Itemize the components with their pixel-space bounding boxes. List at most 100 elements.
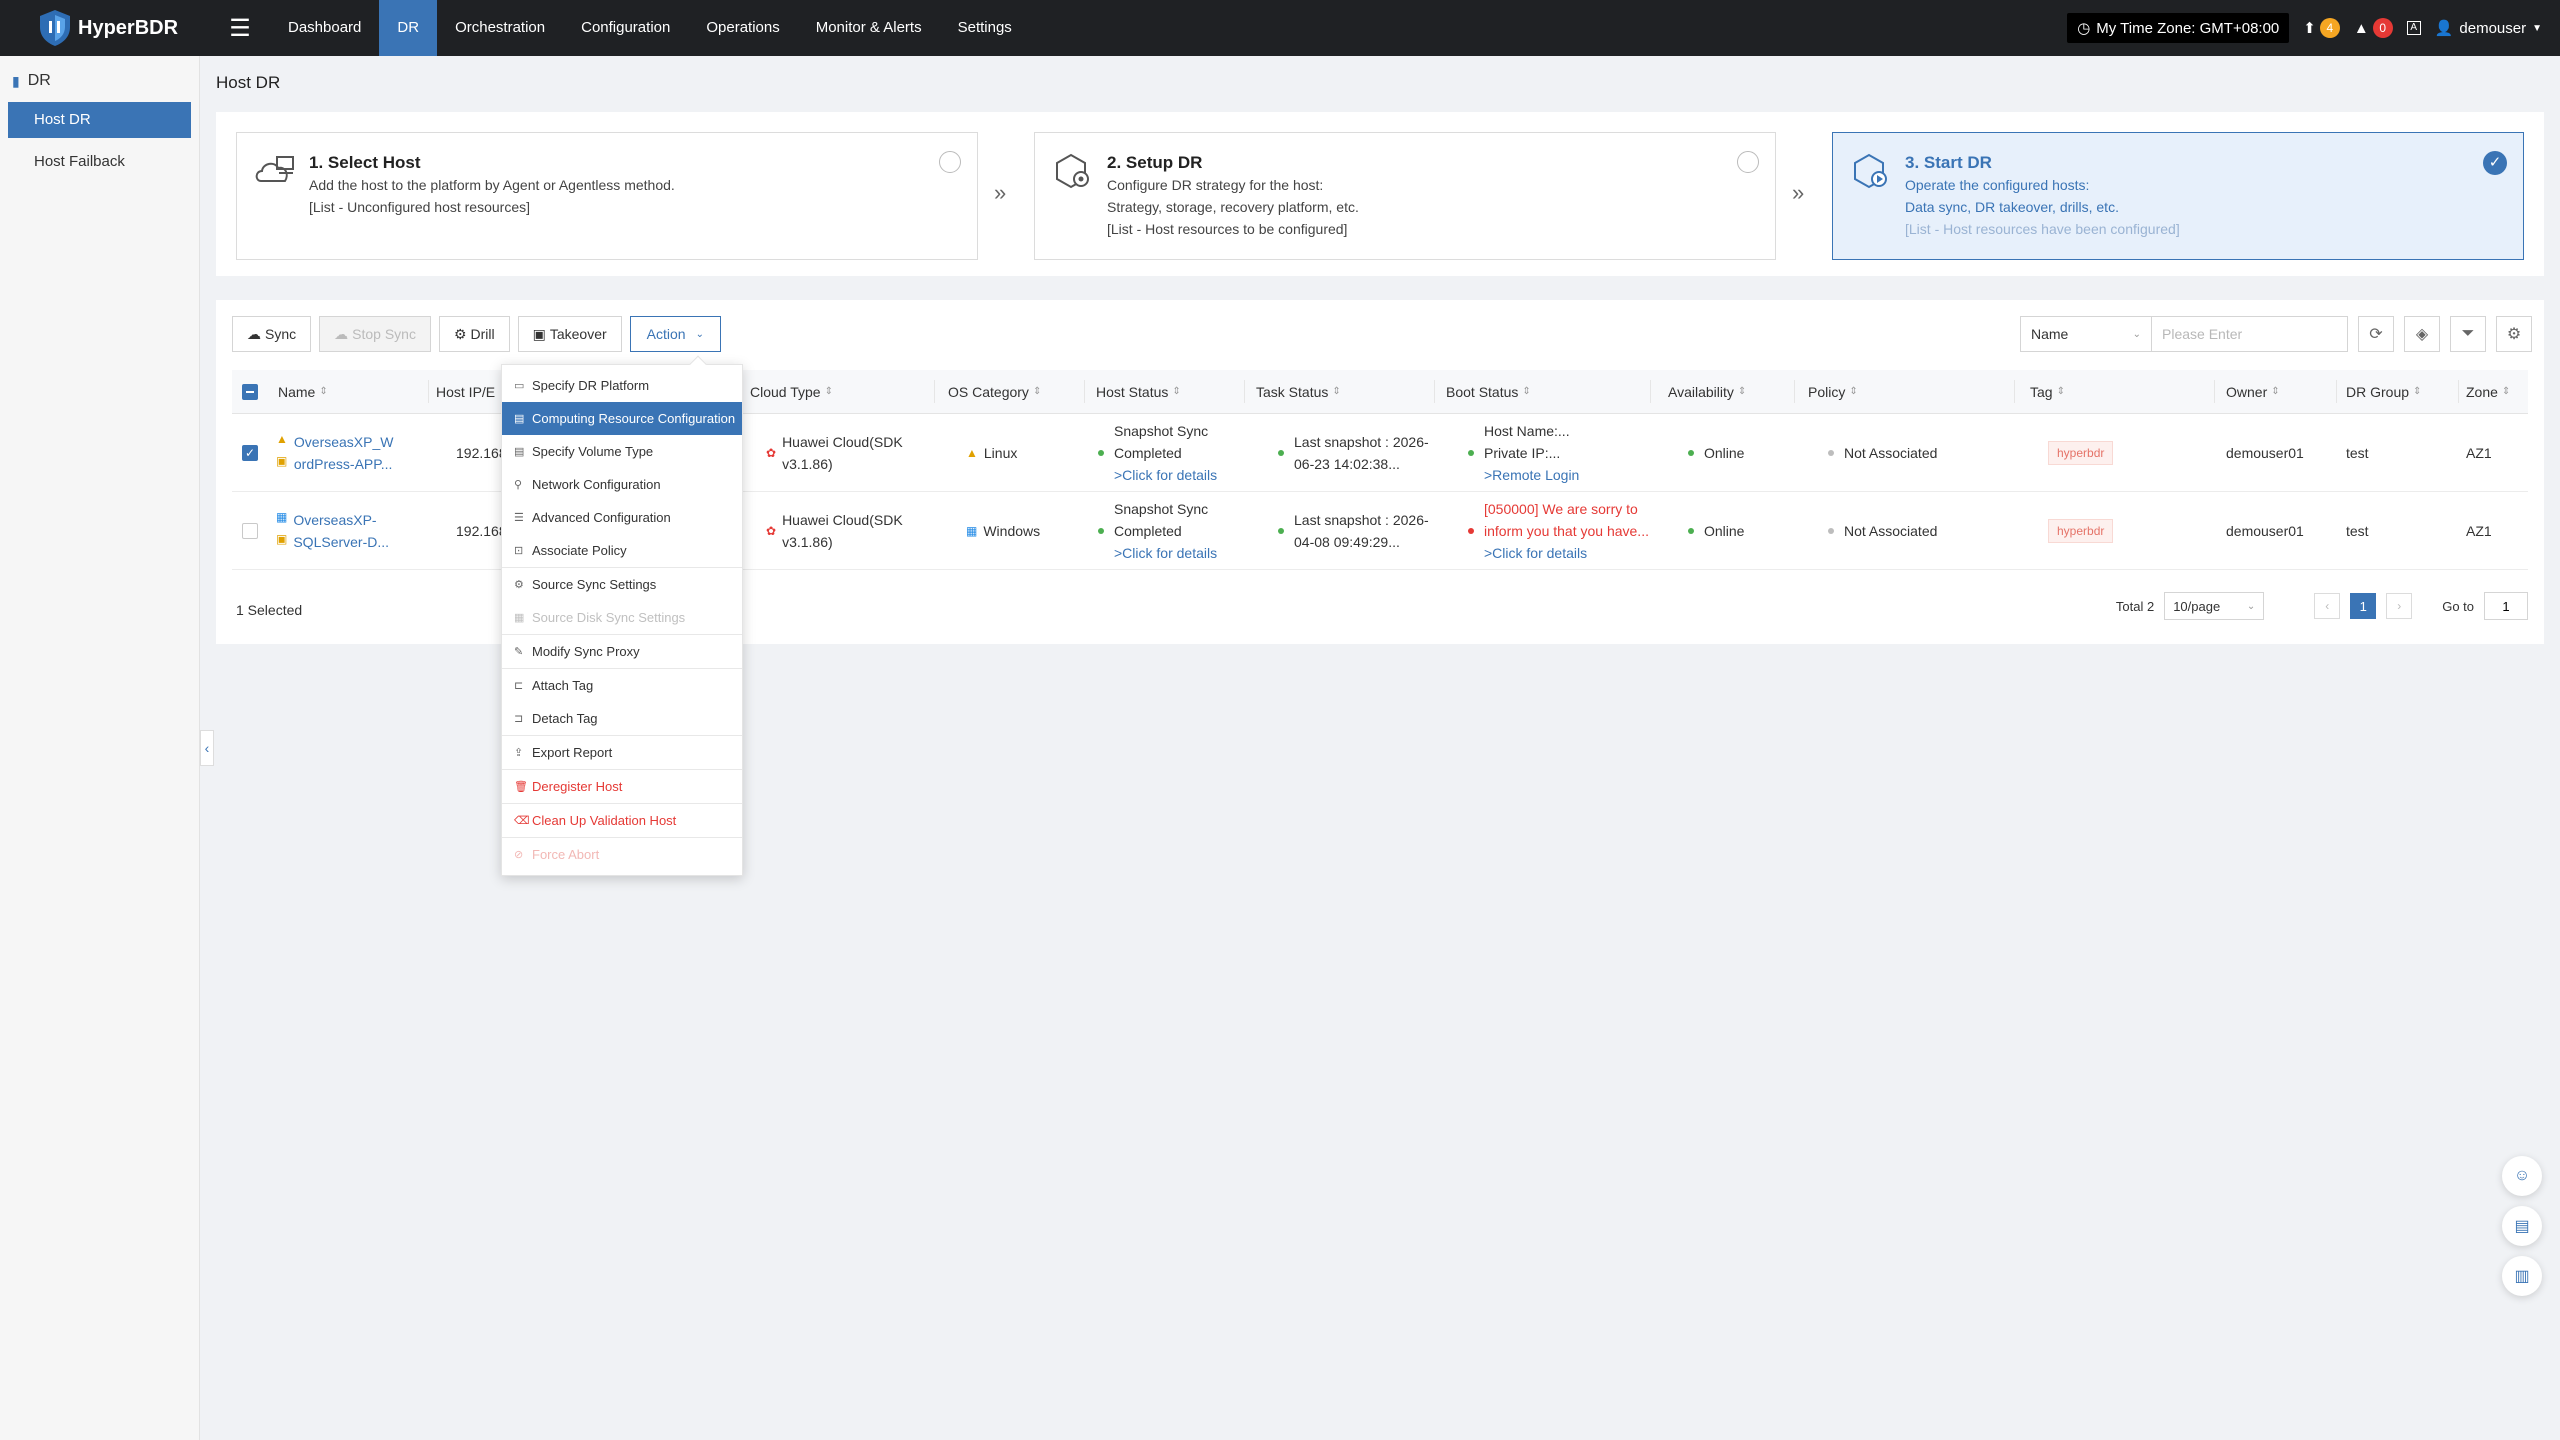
host-status-details-link[interactable]: >Click for details (1114, 542, 1217, 564)
menu-item-label: Source Sync Settings (532, 577, 657, 592)
linux-icon: ▲ (276, 431, 288, 446)
step-select-host[interactable]: 1. Select Host Add the host to the platf… (236, 132, 978, 260)
language-button[interactable]: A (2406, 21, 2421, 35)
menu-item-force-abort[interactable]: ⊘ Force Abort (502, 838, 742, 871)
step-start-dr[interactable]: 3. Start DR Operate the configured hosts… (1832, 132, 2524, 260)
task-status-line-2: 06-23 14:02:38... (1294, 455, 1400, 472)
takeover-button[interactable]: ▣ Takeover (517, 316, 622, 352)
boot-status-line-1: Host Name:... (1484, 422, 1570, 439)
chevron-down-icon: ⌄ (695, 328, 704, 340)
sidebar: ▮ DR Host DR Host Failback (0, 56, 200, 1440)
stop-sync-button[interactable]: ☁ Stop Sync (319, 316, 431, 352)
col-policy-header[interactable]: Policy ⇕ (1808, 370, 1858, 413)
step-2-radio[interactable] (1737, 151, 1759, 173)
prev-page-icon[interactable]: ‹ (2314, 593, 2341, 619)
sort-icon: ⇕ (319, 386, 328, 397)
assistant-robot-icon[interactable]: ☺ (2502, 1156, 2542, 1196)
timezone-display[interactable]: ◷ My Time Zone: GMT+08:00 (2067, 13, 2290, 43)
sync-button[interactable]: ☁ Sync (232, 316, 312, 352)
menu-item-source-sync-settings[interactable]: ⚙ Source Sync Settings (502, 568, 742, 601)
boot-error-line-1: [050000] We are sorry to (1484, 500, 1638, 517)
menu-toggle-icon[interactable]: ☰ (220, 14, 260, 43)
row-checkbox[interactable] (242, 522, 258, 539)
availability-text: Online (1704, 444, 1745, 461)
next-page-icon[interactable]: › (2386, 593, 2413, 619)
col-host-status-header[interactable]: Host Status ⇕ (1096, 370, 1181, 413)
select-all-checkbox[interactable] (242, 383, 258, 400)
nav-dashboard[interactable]: Dashboard (270, 0, 379, 56)
nav-orchestration[interactable]: Orchestration (437, 0, 563, 56)
settings-gear-icon[interactable]: ⚙ (2496, 316, 2532, 352)
menu-item-specify-volume-type[interactable]: ▤ Specify Volume Type (502, 435, 742, 468)
menu-item-computing-resource-configuration[interactable]: ▤ Computing Resource Configuration (502, 402, 742, 435)
menu-item-associate-policy[interactable]: ⊡ Associate Policy (502, 534, 742, 567)
policy-icon: ⊡ (514, 545, 524, 557)
page-number-current[interactable]: 1 (2350, 593, 2377, 619)
availability-cell: Online (1688, 492, 1744, 569)
app-logo[interactable]: HyperBDR (38, 9, 208, 47)
action-button[interactable]: Action ⌄ (629, 316, 721, 352)
status-dot (1468, 527, 1474, 534)
tag-chip[interactable]: hyperbdr (2048, 440, 2114, 465)
host-name-link-cont[interactable]: SQLServer-D... (293, 531, 389, 553)
menu-item-attach-tag[interactable]: ⊏ Attach Tag (502, 669, 742, 702)
sidebar-collapse-icon[interactable]: ‹ (200, 730, 214, 766)
col-dr-group-header[interactable]: DR Group ⇕ (2346, 370, 2421, 413)
nav-configuration[interactable]: Configuration (563, 0, 688, 56)
drill-button[interactable]: ⚙ Drill (438, 316, 510, 352)
step-1-radio[interactable] (939, 151, 961, 173)
step-setup-dr[interactable]: 2. Setup DR Configure DR strategy for th… (1034, 132, 1776, 260)
nav-dr[interactable]: DR (379, 0, 438, 56)
col-zone-header[interactable]: Zone ⇕ (2466, 370, 2510, 413)
dr-steps-panel: 1. Select Host Add the host to the platf… (216, 112, 2544, 276)
col-cloud-type-header[interactable]: Cloud Type ⇕ (750, 370, 833, 413)
host-status-details-link[interactable]: >Click for details (1114, 464, 1217, 486)
row-checkbox[interactable]: ✓ (242, 444, 258, 461)
menu-item-deregister-host[interactable]: 🗑 Deregister Host (502, 770, 742, 803)
menu-item-clean-up-validation-host[interactable]: ⌫ Clean Up Validation Host (502, 804, 742, 837)
page-size-select[interactable]: 10/page ⌄ (2164, 592, 2265, 620)
menu-item-detach-tag[interactable]: ⊐ Detach Tag (502, 702, 742, 735)
menu-item-specify-dr-platform[interactable]: ▭ Specify DR Platform (502, 369, 742, 402)
host-name-link[interactable]: OverseasXP_W (294, 431, 394, 453)
search-input[interactable] (2152, 316, 2348, 352)
menu-item-source-disk-sync-settings[interactable]: ▦ Source Disk Sync Settings (502, 601, 742, 634)
chevron-down-icon: ▼ (2532, 22, 2542, 34)
filter-icon[interactable]: ⏷ (2450, 316, 2486, 352)
col-task-status-header[interactable]: Task Status ⇕ (1256, 370, 1341, 413)
sidebar-item-host-dr[interactable]: Host DR (8, 102, 191, 138)
nav-operations[interactable]: Operations (688, 0, 797, 56)
manual-book-icon[interactable]: ▤ (2502, 1206, 2542, 1246)
host-name-link[interactable]: OverseasXP- (293, 509, 389, 531)
nav-settings[interactable]: Settings (940, 0, 1030, 56)
goto-page-input[interactable] (2484, 592, 2528, 620)
search-field-select[interactable]: Name ⌄ (2020, 316, 2152, 352)
boot-details-link[interactable]: >Click for details (1484, 542, 1649, 564)
menu-item-modify-sync-proxy[interactable]: ✎ Modify Sync Proxy (502, 635, 742, 668)
menu-item-advanced-configuration[interactable]: ☰ Advanced Configuration (502, 501, 742, 534)
col-os-category-header[interactable]: OS Category ⇕ (948, 370, 1041, 413)
menu-item-label: Associate Policy (532, 543, 627, 558)
tag-icon[interactable]: ◈ (2404, 316, 2440, 352)
alerts-button[interactable]: ▲ 0 (2354, 18, 2393, 38)
host-name-link-cont[interactable]: ordPress-APP... (294, 453, 394, 475)
clipboard-icon[interactable]: ▥ (2502, 1256, 2542, 1296)
upload-tasks-button[interactable]: ⬆ 4 (2303, 18, 2340, 38)
tag-chip[interactable]: hyperbdr (2048, 518, 2114, 543)
col-boot-status-header[interactable]: Boot Status ⇕ (1446, 370, 1531, 413)
remote-login-link[interactable]: >Remote Login (1484, 464, 1579, 486)
nav-monitor-alerts[interactable]: Monitor & Alerts (798, 0, 940, 56)
col-name-header[interactable]: Name ⇕ (278, 370, 328, 413)
step-3-check-icon[interactable]: ✓ (2483, 151, 2507, 175)
status-dot (1688, 527, 1694, 534)
menu-item-export-report[interactable]: ⇪ Export Report (502, 736, 742, 769)
menu-item-network-configuration[interactable]: ⚲ Network Configuration (502, 468, 742, 501)
sidebar-item-host-failback[interactable]: Host Failback (8, 144, 191, 180)
col-owner-header[interactable]: Owner ⇕ (2226, 370, 2280, 413)
refresh-icon[interactable]: ⟳ (2358, 316, 2394, 352)
user-menu[interactable]: 👤 demouser ▼ (2435, 19, 2542, 38)
col-tag-header[interactable]: Tag ⇕ (2030, 370, 2065, 413)
col-availability-header[interactable]: Availability ⇕ (1668, 370, 1746, 413)
col-host-ip-header[interactable]: Host IP/E (436, 370, 495, 413)
step-2-line-2: Strategy, storage, recovery platform, et… (1107, 199, 1359, 215)
